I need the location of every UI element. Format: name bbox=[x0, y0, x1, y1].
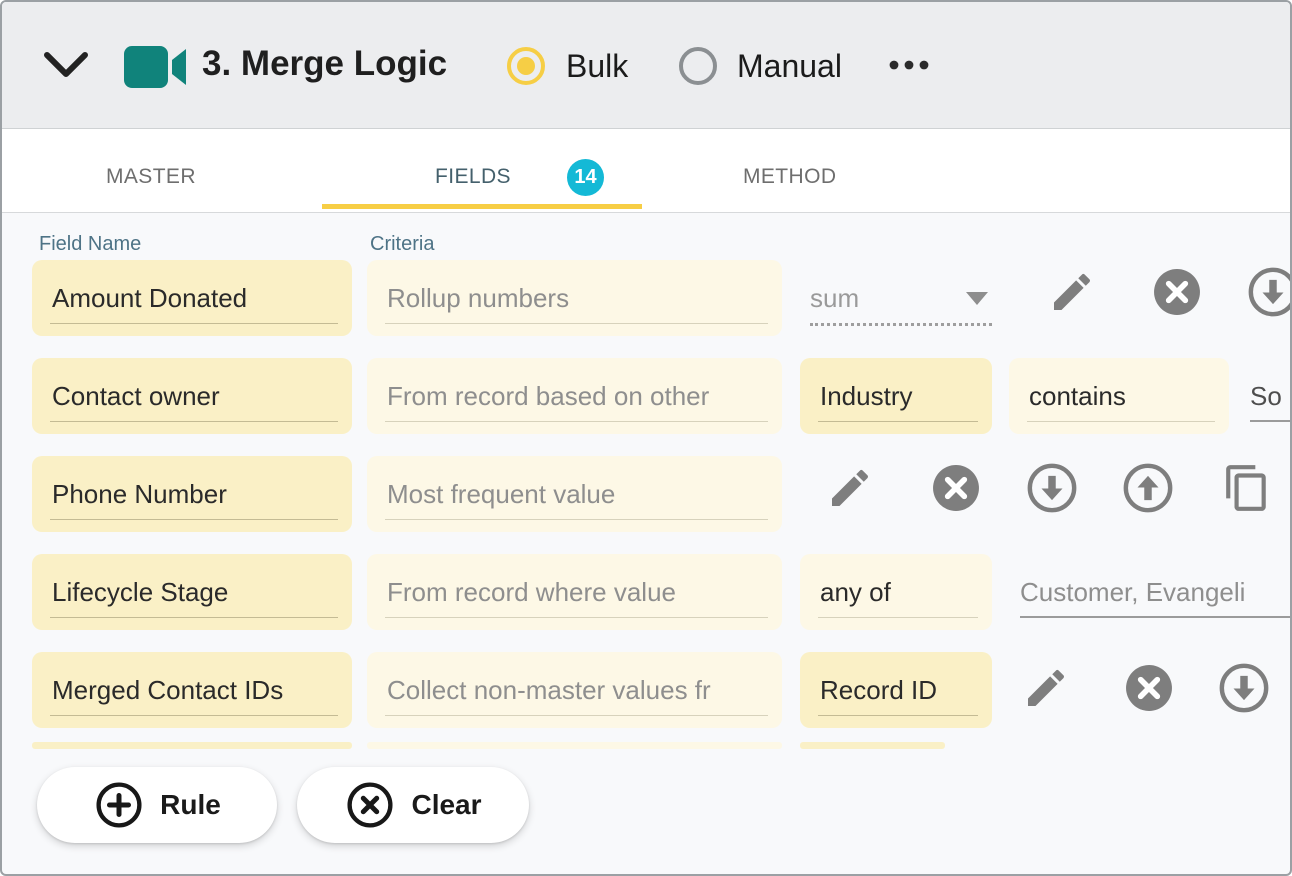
more-options-icon[interactable] bbox=[888, 59, 930, 71]
criteria-input[interactable]: Rollup numbers bbox=[367, 260, 782, 336]
param-field-input[interactable]: Industry bbox=[800, 358, 992, 434]
delete-icon[interactable] bbox=[1122, 661, 1176, 715]
next-row-peek bbox=[367, 742, 782, 749]
edit-icon[interactable] bbox=[1022, 664, 1070, 712]
move-down-icon[interactable] bbox=[1245, 264, 1292, 320]
aggregator-value: sum bbox=[810, 283, 859, 314]
bulk-radio[interactable] bbox=[507, 47, 545, 85]
criteria-input[interactable]: Most frequent value bbox=[367, 456, 782, 532]
copy-icon[interactable] bbox=[1222, 463, 1272, 513]
aggregator-dropdown[interactable]: sum bbox=[810, 260, 992, 336]
field-name-input[interactable]: Amount Donated bbox=[32, 260, 352, 336]
criteria-input[interactable]: From record based on other bbox=[367, 358, 782, 434]
field-name-input[interactable]: Lifecycle Stage bbox=[32, 554, 352, 630]
tab-bar: MASTER FIELDS 14 METHOD bbox=[2, 129, 1290, 213]
field-name-input[interactable]: Contact owner bbox=[32, 358, 352, 434]
dropdown-caret-icon bbox=[966, 292, 988, 305]
delete-icon[interactable] bbox=[929, 461, 983, 515]
manual-radio-label[interactable]: Manual bbox=[737, 48, 842, 85]
column-header-criteria: Criteria bbox=[370, 233, 434, 256]
clear-button[interactable]: Clear bbox=[297, 767, 529, 843]
panel-title: 3. Merge Logic bbox=[202, 44, 447, 84]
criteria-input[interactable]: Collect non-master values fr bbox=[367, 652, 782, 728]
move-down-icon[interactable] bbox=[1024, 460, 1080, 516]
move-down-icon[interactable] bbox=[1216, 660, 1272, 716]
edit-icon[interactable] bbox=[826, 464, 874, 512]
tab-master[interactable]: MASTER bbox=[106, 165, 196, 189]
videocam-icon bbox=[122, 44, 188, 90]
plus-circle-icon bbox=[93, 779, 145, 831]
next-row-peek bbox=[32, 742, 352, 749]
manual-radio[interactable] bbox=[679, 47, 717, 85]
value-input[interactable]: Customer, Evangeli bbox=[1020, 554, 1292, 630]
field-name-input[interactable]: Phone Number bbox=[32, 456, 352, 532]
panel-header: 3. Merge Logic Bulk Manual bbox=[2, 2, 1290, 129]
tab-fields[interactable]: FIELDS bbox=[435, 165, 511, 189]
fields-count-badge: 14 bbox=[567, 159, 604, 196]
add-rule-button[interactable]: Rule bbox=[37, 767, 277, 843]
column-header-field-name: Field Name bbox=[39, 233, 141, 256]
clear-label: Clear bbox=[411, 789, 481, 821]
param-field-input[interactable]: Record ID bbox=[800, 652, 992, 728]
edit-icon[interactable] bbox=[1048, 268, 1096, 316]
tab-active-indicator bbox=[322, 204, 642, 209]
merge-logic-panel: 3. Merge Logic Bulk Manual MASTER FIELDS… bbox=[0, 0, 1292, 876]
delete-icon[interactable] bbox=[1150, 265, 1204, 319]
operator-input[interactable]: contains bbox=[1009, 358, 1229, 434]
add-rule-label: Rule bbox=[160, 789, 221, 821]
chevron-down-icon[interactable] bbox=[42, 50, 90, 80]
tab-method[interactable]: METHOD bbox=[743, 165, 836, 189]
criteria-input[interactable]: From record where value bbox=[367, 554, 782, 630]
value-input[interactable]: So bbox=[1250, 358, 1292, 434]
field-name-input[interactable]: Merged Contact IDs bbox=[32, 652, 352, 728]
move-up-icon[interactable] bbox=[1120, 460, 1176, 516]
x-circle-icon bbox=[344, 779, 396, 831]
bulk-radio-label[interactable]: Bulk bbox=[566, 48, 628, 85]
operator-input[interactable]: any of bbox=[800, 554, 992, 630]
next-row-peek bbox=[800, 742, 945, 749]
